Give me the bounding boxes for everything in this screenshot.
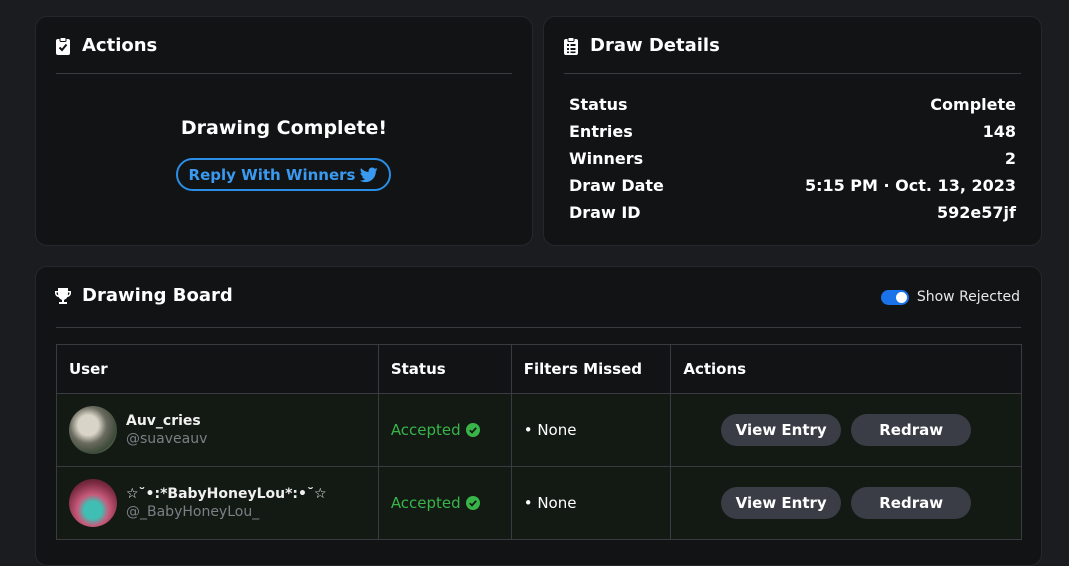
- show-rejected-toggle[interactable]: [880, 289, 909, 305]
- detail-value: 592e57jf: [937, 203, 1016, 222]
- status-cell: Accepted: [377, 466, 512, 540]
- user-name: ☆˘•:*BabyHoneyLou*:•˘☆: [126, 486, 327, 502]
- reply-button-label: Reply With Winners: [188, 165, 356, 184]
- divider: [56, 73, 512, 74]
- detail-label: Draw ID: [569, 203, 641, 222]
- divider: [564, 73, 1021, 74]
- redraw-button[interactable]: Redraw: [851, 414, 972, 446]
- detail-row-winners: Winners 2: [569, 145, 1016, 172]
- table-header-row: User Status Filters Missed Actions: [56, 344, 1022, 394]
- show-rejected-label: Show Rejected: [916, 289, 1020, 305]
- status-text: Accepted: [390, 494, 461, 512]
- user-name: Auv_cries: [126, 413, 201, 429]
- detail-row-status: Status Complete: [569, 91, 1016, 118]
- detail-row-draw-id: Draw ID 592e57jf: [569, 199, 1016, 226]
- drawing-board-table: User Status Filters Missed Actions Auv_c…: [56, 344, 1022, 540]
- clipboard-list-icon: [564, 36, 578, 55]
- twitter-icon: [360, 167, 379, 182]
- detail-value: Complete: [930, 95, 1016, 114]
- user-handle[interactable]: @suaveauv: [126, 431, 207, 447]
- table-row: ☆˘•:*BabyHoneyLou*:•˘☆ @_BabyHoneyLou_ A…: [56, 466, 1022, 540]
- table-row: Auv_cries @suaveauv Accepted • None View…: [56, 393, 1022, 467]
- detail-label: Winners: [569, 149, 644, 168]
- show-rejected-toggle-group: Show Rejected: [880, 289, 1020, 305]
- column-header-user: User: [56, 344, 379, 394]
- redraw-button[interactable]: Redraw: [851, 487, 972, 519]
- avatar[interactable]: [69, 406, 117, 454]
- view-entry-button[interactable]: View Entry: [721, 414, 842, 446]
- details-title: Draw Details: [590, 35, 720, 56]
- check-circle-icon: [465, 496, 480, 510]
- board-header: Drawing Board: [54, 285, 233, 306]
- column-header-actions: Actions: [670, 344, 1022, 394]
- drawing-board-card: Drawing Board Show Rejected User Status …: [35, 266, 1042, 566]
- filters-missed-cell: • None: [510, 393, 672, 467]
- detail-label: Draw Date: [569, 176, 664, 195]
- detail-label: Entries: [569, 122, 633, 141]
- trophy-icon: [55, 287, 71, 304]
- user-handle[interactable]: @_BabyHoneyLou_: [126, 504, 327, 520]
- board-title: Drawing Board: [82, 285, 233, 306]
- reply-with-winners-button[interactable]: Reply With Winners: [176, 158, 391, 191]
- divider: [56, 327, 1021, 328]
- clipboard-check-icon: [56, 36, 70, 55]
- details-header: Draw Details: [562, 35, 720, 56]
- actions-header: Actions: [54, 35, 157, 56]
- status-text: Accepted: [390, 421, 461, 439]
- user-cell: Auv_cries @suaveauv: [56, 393, 379, 467]
- detail-row-draw-date: Draw Date 5:15 PM · Oct. 13, 2023: [569, 172, 1016, 199]
- toggle-knob: [895, 291, 907, 303]
- detail-row-entries: Entries 148: [569, 118, 1016, 145]
- check-circle-icon: [465, 423, 480, 437]
- status-cell: Accepted: [377, 393, 512, 467]
- actions-cell: View Entry Redraw: [670, 393, 1022, 467]
- detail-label: Status: [569, 95, 628, 114]
- column-header-filters-missed: Filters Missed: [510, 344, 672, 394]
- filters-missed-cell: • None: [510, 466, 672, 540]
- actions-card: Actions Drawing Complete! Reply With Win…: [35, 16, 533, 246]
- drawing-complete-message: Drawing Complete!: [180, 117, 388, 139]
- avatar[interactable]: [69, 479, 117, 527]
- actions-cell: View Entry Redraw: [670, 466, 1022, 540]
- draw-details-card: Draw Details Status Complete Entries 148…: [543, 16, 1042, 246]
- view-entry-button[interactable]: View Entry: [721, 487, 842, 519]
- actions-title: Actions: [82, 35, 158, 56]
- detail-value: 148: [982, 122, 1016, 141]
- column-header-status: Status: [377, 344, 512, 394]
- detail-value: 5:15 PM · Oct. 13, 2023: [804, 176, 1016, 195]
- detail-value: 2: [1004, 149, 1016, 168]
- user-cell: ☆˘•:*BabyHoneyLou*:•˘☆ @_BabyHoneyLou_: [56, 466, 379, 540]
